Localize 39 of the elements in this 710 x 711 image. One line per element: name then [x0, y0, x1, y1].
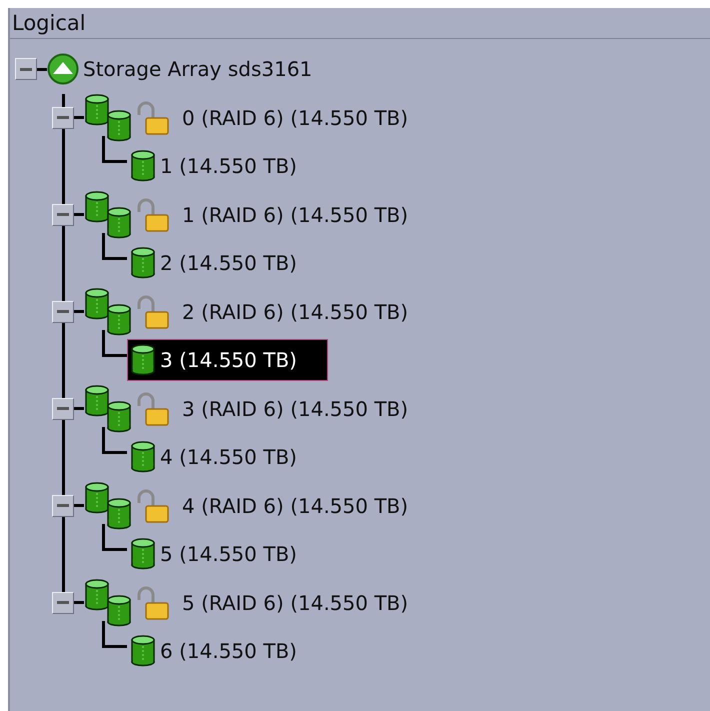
disk-icon [130, 344, 156, 376]
tree-item[interactable]: 1 (RAID 6) (14.550 TB) [182, 202, 408, 227]
disk-icon [130, 441, 156, 474]
disk-group-icon [84, 578, 134, 628]
tree-connector-line [102, 621, 127, 648]
collapse-toggle[interactable] [52, 204, 74, 226]
collapse-toggle[interactable] [52, 106, 74, 129]
disk-group-icon [84, 480, 134, 531]
disk-group-icon [84, 92, 134, 143]
tree-item[interactable]: 3 (RAID 6) (14.550 TB) [182, 396, 408, 421]
tree-item[interactable]: 0 (RAID 6) (14.550 TB) [182, 106, 408, 130]
tree-item[interactable]: 5 (14.550 TB) [127, 533, 328, 576]
tree-item[interactable]: 1 (14.550 TB) [127, 145, 328, 188]
tree-item[interactable]: 2 (RAID 6) (14.550 TB) [182, 300, 408, 324]
disk-group-icon [84, 384, 134, 434]
disk-icon [130, 538, 156, 570]
tree-item[interactable]: 5 (RAID 6) (14.550 TB) [182, 590, 408, 615]
tree-item[interactable]: 2 (14.550 TB) [127, 242, 328, 284]
collapse-toggle[interactable] [52, 300, 74, 323]
disk-group-icon [84, 286, 134, 337]
tree-item[interactable]: 3 (14.550 TB) [127, 339, 328, 382]
tree-connector-line [102, 136, 127, 163]
tree-connector-line [102, 524, 127, 551]
tree-item[interactable]: 6 (14.550 TB) [127, 630, 328, 672]
tree-connector-line [102, 233, 127, 260]
tree-item[interactable]: 4 (14.550 TB) [127, 436, 328, 478]
disk-group-icon [84, 190, 134, 240]
tree-connector-line [102, 427, 127, 454]
tree-item[interactable]: Storage Array sds3161 [83, 57, 312, 82]
collapse-toggle[interactable] [52, 592, 74, 614]
disk-icon [130, 635, 156, 668]
disk-icon [130, 150, 156, 182]
collapse-toggle[interactable] [52, 398, 74, 420]
panel-title: Logical [12, 11, 86, 35]
array-status-icon [47, 53, 79, 86]
disk-icon [130, 247, 156, 280]
collapse-toggle[interactable] [52, 494, 74, 517]
tree-item[interactable]: 4 (RAID 6) (14.550 TB) [182, 494, 408, 518]
collapse-toggle[interactable] [15, 58, 37, 80]
